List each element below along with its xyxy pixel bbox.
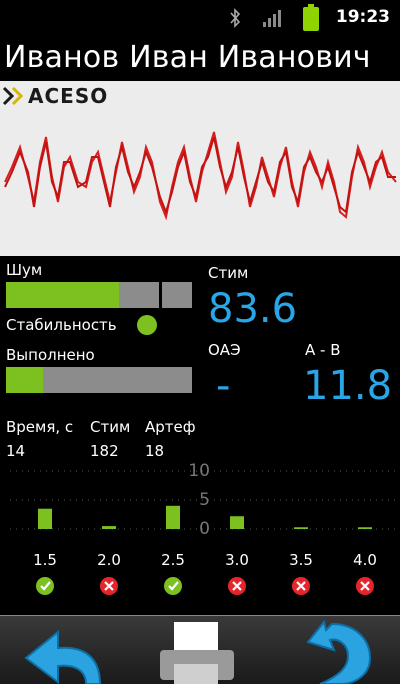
signal-icon: [263, 10, 281, 27]
stability-label: Стабильность: [6, 316, 117, 334]
stability-indicator: [137, 315, 157, 335]
chart-x-label: 3.0: [225, 551, 249, 569]
repeat-icon[interactable]: [290, 620, 374, 684]
chart-x-label: 1.5: [33, 551, 57, 569]
chart-bar: [166, 505, 180, 529]
noise-label: Шум: [6, 261, 43, 279]
time-label: Время, с: [6, 418, 74, 436]
ab-label: А - В: [305, 341, 341, 359]
stim-label: Стим: [208, 264, 249, 282]
bluetooth-icon: [230, 8, 241, 28]
pass-icon: [164, 577, 182, 595]
waveform-panel: ACESO: [0, 81, 400, 256]
clock: 19:23: [335, 7, 390, 27]
chart-y-tick: 5: [199, 490, 210, 510]
chart-y-tick: 10: [188, 461, 210, 481]
chart-bar: [102, 526, 116, 529]
artef-label: Артеф: [145, 418, 196, 436]
ab-value: 11.8: [303, 363, 393, 409]
done-progress-fill: [6, 367, 44, 393]
logo-mark-icon: [2, 86, 24, 106]
waveform-graph: [4, 131, 397, 221]
frequency-chart: 10 5 0 1.5 2.0 2.5 3.0 3.5 4.0: [10, 461, 395, 595]
patient-name: Иванов Иван Иванович: [4, 40, 371, 75]
bottom-toolbar: [0, 615, 400, 684]
chart-x-label: 3.5: [289, 551, 313, 569]
print-icon[interactable]: [158, 622, 238, 684]
pass-icon: [36, 577, 54, 595]
battery-icon: [303, 4, 319, 31]
oae-value: -: [216, 363, 231, 409]
oae-label: ОАЭ: [208, 341, 241, 359]
stats-stim-label: Стим: [90, 418, 131, 436]
chart-bar: [294, 527, 308, 529]
chart-x-label: 4.0: [353, 551, 377, 569]
chart-y-tick: 0: [199, 519, 210, 539]
done-label: Выполнено: [6, 346, 95, 364]
noise-bar-divider: [159, 282, 162, 308]
chart-bar: [230, 516, 244, 529]
chart-x-label: 2.5: [161, 551, 185, 569]
chart-bar: [38, 508, 52, 529]
status-bar: 19:23: [0, 0, 400, 36]
back-icon[interactable]: [22, 624, 104, 684]
chart-bar: [358, 527, 372, 529]
done-progress-bar: [6, 367, 192, 393]
noise-bar: [6, 282, 192, 308]
stim-value: 83.6: [208, 286, 298, 332]
chart-x-label: 2.0: [97, 551, 121, 569]
noise-bar-fill: [6, 282, 120, 308]
logo-text: ACESO: [28, 84, 109, 108]
